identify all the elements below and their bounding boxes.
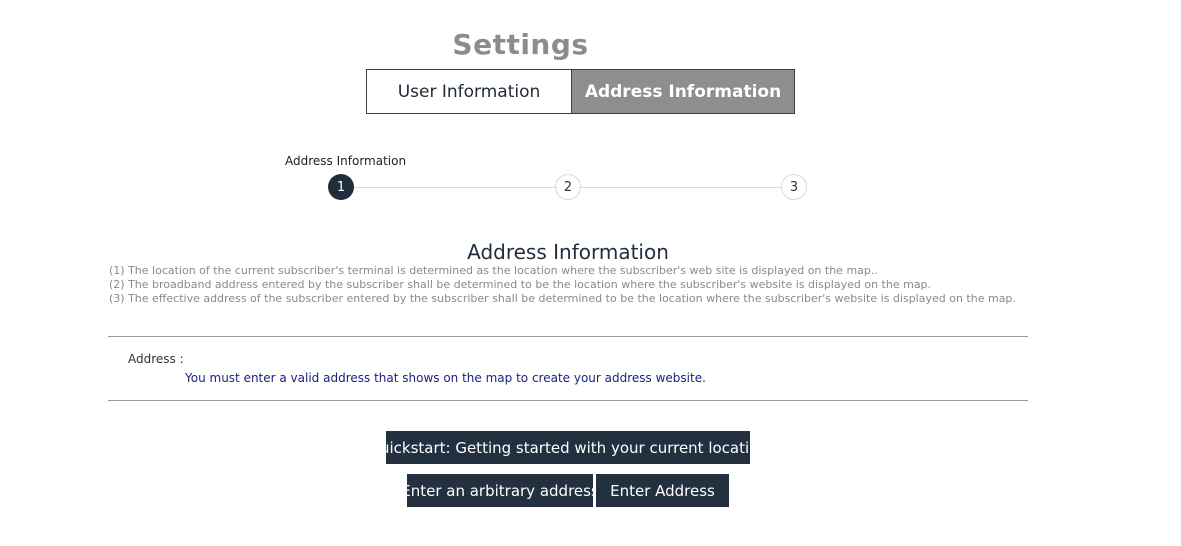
step-2: 2: [555, 174, 581, 200]
tab-user-information[interactable]: User Information: [366, 69, 571, 114]
divider-bottom: [108, 400, 1028, 401]
address-notes: (1) The location of the current subscrib…: [109, 264, 1016, 306]
settings-page: Settings User Information Address Inform…: [0, 0, 1181, 546]
step-1: 1: [328, 174, 354, 200]
address-label: Address :: [128, 352, 184, 366]
enter-address-button[interactable]: Enter Address: [596, 474, 729, 507]
section-title: Address Information: [467, 240, 669, 264]
tab-address-information[interactable]: Address Information: [571, 69, 795, 114]
address-hint: You must enter a valid address that show…: [185, 371, 706, 385]
step-connector: [581, 187, 782, 188]
quickstart-button[interactable]: Quickstart: Getting started with your cu…: [368, 431, 768, 464]
note-3: (3) The effective address of the subscri…: [109, 292, 1016, 305]
note-1: (1) The location of the current subscrib…: [109, 264, 878, 277]
page-title: Settings: [452, 28, 589, 61]
step-3: 3: [781, 174, 807, 200]
enter-arbitrary-address-button[interactable]: Enter an arbitrary address: [401, 474, 599, 507]
step-connector: [341, 187, 555, 188]
settings-tabs: User Information Address Information: [366, 69, 795, 114]
note-2: (2) The broadband address entered by the…: [109, 278, 932, 291]
progress-stepper: Address Information 1 2 3: [285, 150, 815, 210]
divider-top: [108, 336, 1028, 337]
step-caption: Address Information: [285, 154, 407, 168]
